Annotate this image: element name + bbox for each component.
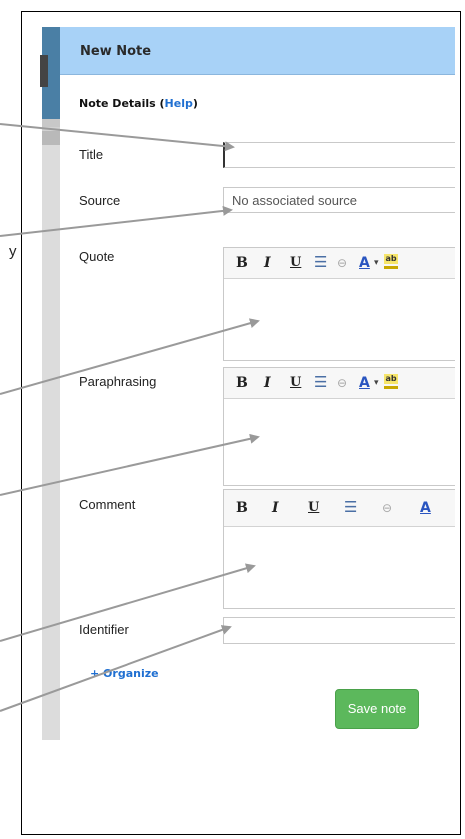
- arrow-line: [0, 625, 232, 712]
- arrow-line: [0, 318, 260, 395]
- arrow-line: [0, 205, 233, 237]
- arrow-line: [0, 123, 235, 152]
- annotation-arrows: [0, 123, 260, 712]
- arrow-line: [0, 433, 260, 496]
- arrow-line: [0, 563, 256, 642]
